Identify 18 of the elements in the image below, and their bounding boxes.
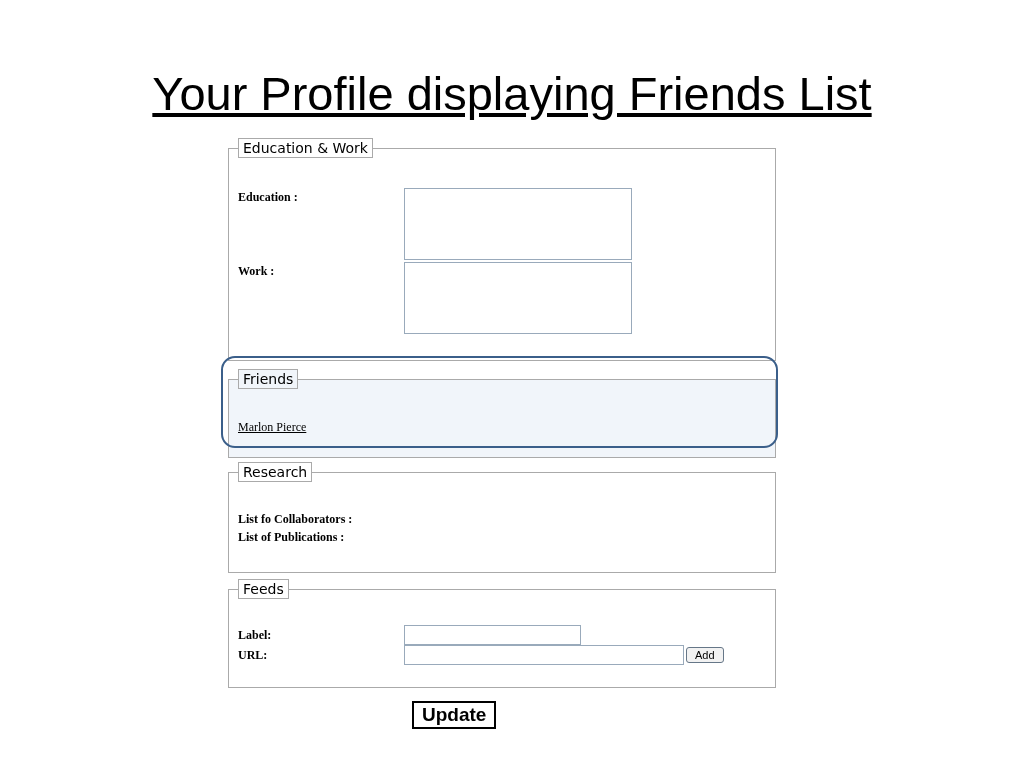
- friend-link[interactable]: Marlon Pierce: [238, 420, 307, 434]
- add-button[interactable]: Add: [686, 647, 724, 663]
- section-legend: Friends: [238, 369, 299, 389]
- text-area[interactable]: [404, 188, 632, 260]
- section-legend: Feeds: [238, 579, 289, 599]
- field-label: List fo Collaborators :: [238, 511, 354, 528]
- section-legend: Research: [238, 462, 313, 482]
- slide-title: Your Profile displaying Friends List: [151, 66, 873, 122]
- field-label: Label:: [238, 627, 273, 644]
- text-area[interactable]: [404, 262, 632, 334]
- field-label: URL:: [238, 647, 269, 664]
- update-button[interactable]: Update: [412, 701, 497, 729]
- field-label: Education :: [238, 189, 299, 206]
- field-label: List of Publications :: [238, 529, 346, 546]
- input-field[interactable]: [404, 645, 684, 665]
- section-legend: Education & Work: [238, 138, 373, 158]
- field-label: Work :: [238, 263, 276, 280]
- input-field[interactable]: [404, 625, 581, 645]
